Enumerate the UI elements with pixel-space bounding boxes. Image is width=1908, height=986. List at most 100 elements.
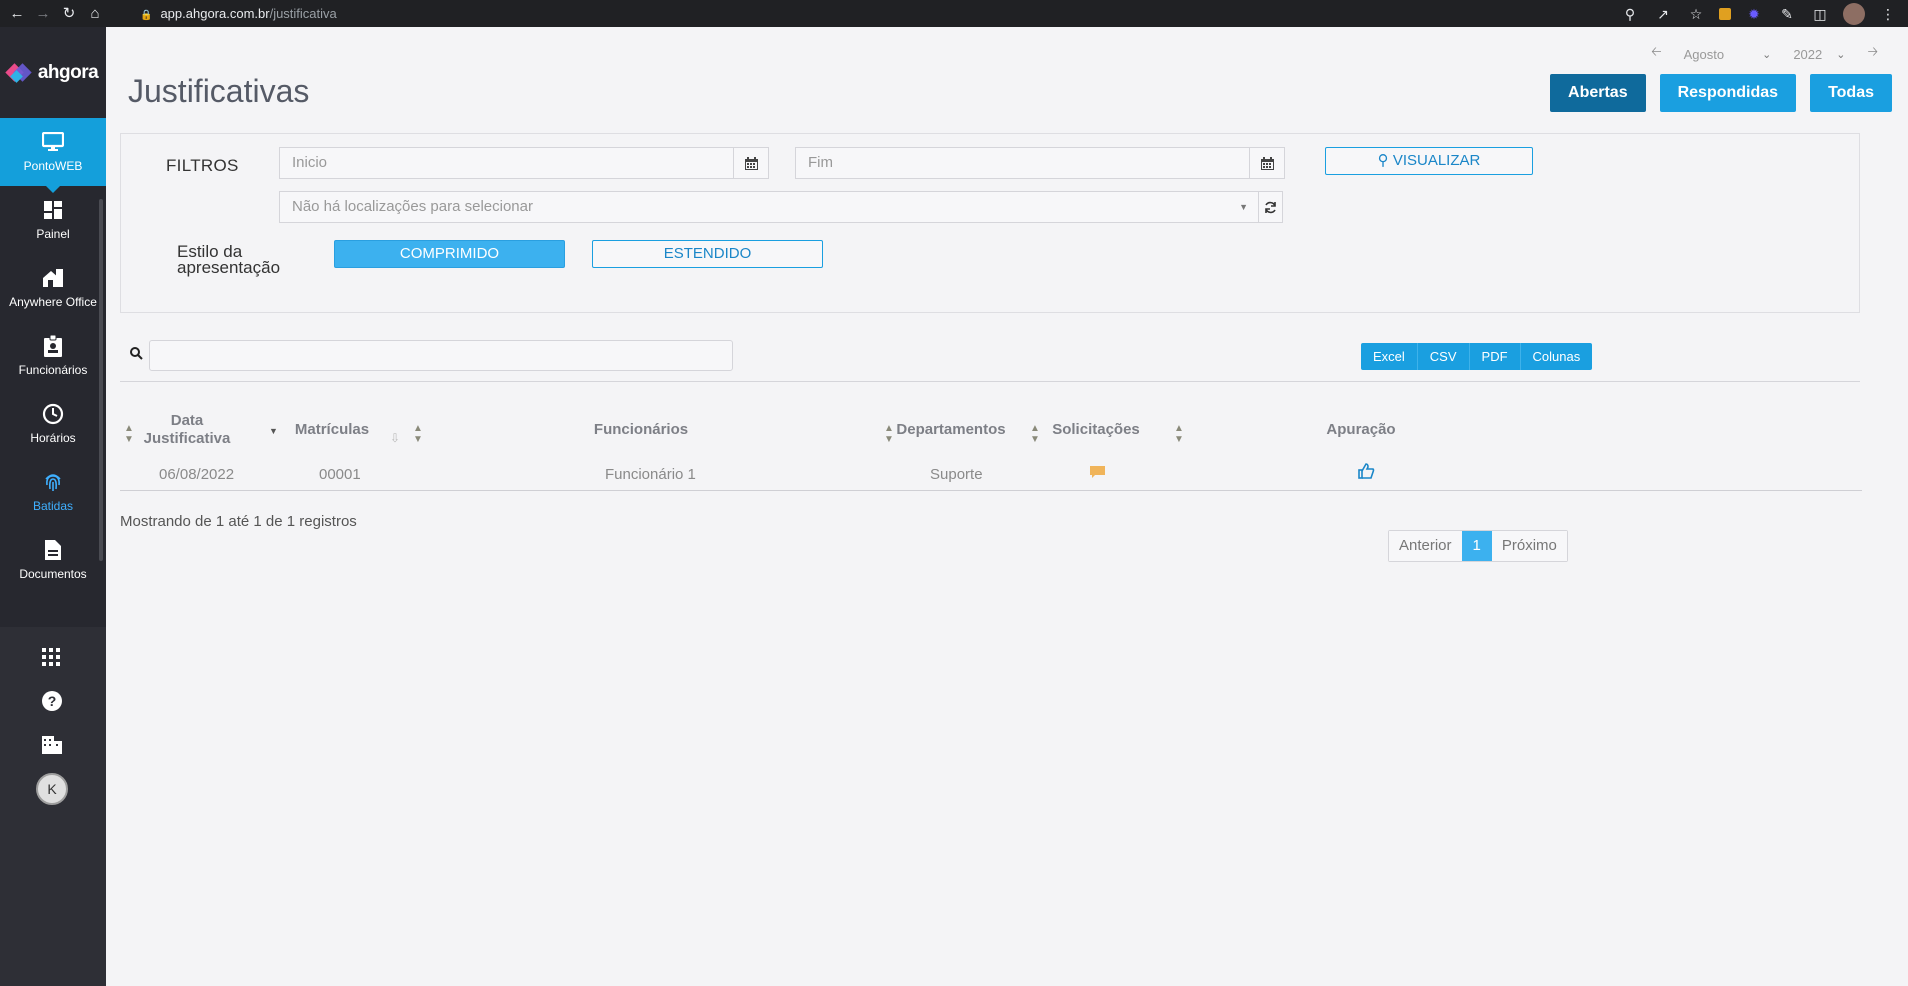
columns-button[interactable]: Colunas — [1520, 343, 1593, 370]
estendido-button[interactable]: ESTENDIDO — [592, 240, 823, 268]
clock-icon — [42, 403, 64, 425]
column-header-apuracao[interactable]: Apuração — [1316, 421, 1406, 439]
page-1-button[interactable]: 1 — [1461, 531, 1492, 561]
column-header-departamentos[interactable]: Departamentos — [896, 421, 1006, 439]
sort-icon[interactable]: ▲ ▼ — [1174, 423, 1184, 445]
excel-button[interactable]: Excel — [1361, 343, 1418, 370]
todas-button[interactable]: Todas — [1810, 74, 1892, 112]
refresh-locations-button[interactable] — [1258, 191, 1283, 223]
table-bottom-border — [120, 490, 1862, 491]
refresh-icon — [1265, 201, 1276, 213]
sidebar-item-batidas[interactable]: Batidas — [0, 458, 106, 526]
sidebar-item-pontoweb[interactable]: PontoWEB — [0, 118, 106, 193]
prev-period-arrow-icon[interactable]: 🡠 — [1651, 43, 1662, 65]
sort-icon[interactable]: ▲ ▼ — [124, 423, 134, 445]
next-page-button[interactable]: Próximo — [1491, 531, 1567, 561]
cell-funcionario: Funcionário 1 — [605, 466, 696, 483]
comment-icon[interactable] — [1090, 465, 1105, 484]
chevron-down-icon: ⌄ — [1836, 48, 1846, 61]
caret-down-icon: ▼ — [1239, 202, 1248, 212]
sort-numeric-icon[interactable]: ⇩ — [390, 431, 400, 445]
badge-icon — [42, 335, 64, 357]
chevron-down-icon: ⌄ — [1762, 48, 1772, 61]
sidebar-item-painel[interactable]: Painel — [0, 186, 106, 254]
browser-toolbar: ← → ↻ ⌂ 🔒 app.ahgora.com.br/justificativa… — [0, 0, 1908, 27]
filters-panel: FILTROS Inicio Fim ⚲ VISUALIZAR Não há l… — [120, 133, 1860, 313]
visualizar-button[interactable]: ⚲ VISUALIZAR — [1325, 147, 1533, 175]
apps-grid-icon[interactable] — [41, 647, 65, 671]
locations-select[interactable]: Não há localizações para selecionar ▼ — [279, 191, 1259, 223]
logo-mark-icon — [5, 62, 34, 83]
document-icon — [42, 539, 64, 561]
presentation-style-label: Estilo da apresentação — [177, 242, 281, 277]
pagination: Anterior 1 Próximo — [1388, 530, 1568, 562]
puzzle-icon[interactable]: ✎ — [1777, 4, 1797, 24]
column-header-matriculas[interactable]: Matrículas — [292, 421, 372, 439]
sidebar: ahgora PontoWEB Painel Anywhere Office F… — [0, 27, 106, 986]
next-period-arrow-icon[interactable]: 🡢 — [1867, 43, 1878, 65]
sidebar-bottom: ? K — [0, 627, 106, 986]
column-header-funcionarios[interactable]: Funcionários — [586, 421, 696, 439]
dashboard-icon — [42, 199, 64, 221]
status-filter-buttons: Abertas Respondidas Todas — [1550, 74, 1892, 112]
home-icon[interactable]: ⌂ — [86, 5, 104, 23]
reload-icon[interactable]: ↻ — [60, 5, 78, 23]
calendar-icon — [744, 156, 758, 170]
respondidas-button[interactable]: Respondidas — [1659, 74, 1797, 112]
comprimido-button[interactable]: COMPRIMIDO — [334, 240, 565, 268]
divider — [120, 381, 1860, 382]
year-select[interactable]: 2022 ⌄ — [1793, 47, 1845, 62]
inicio-date-input[interactable]: Inicio — [279, 147, 734, 179]
forward-icon[interactable]: → — [34, 5, 52, 23]
bookmark-star-icon[interactable]: ☆ — [1686, 4, 1706, 24]
period-selector: 🡠 Agosto ⌄ 2022 ⌄ 🡢 — [1651, 43, 1878, 65]
table-search-input[interactable] — [149, 340, 733, 371]
sidebar-scrollbar[interactable] — [99, 199, 103, 561]
home-office-icon — [42, 267, 64, 289]
pdf-button[interactable]: PDF — [1469, 343, 1521, 370]
sidebar-item-documentos[interactable]: Documentos — [0, 526, 106, 594]
sort-desc-icon[interactable]: ▼ — [269, 426, 278, 436]
page-title: Justificativas — [128, 73, 310, 109]
cell-data: 06/08/2022 — [159, 466, 235, 483]
inicio-calendar-button[interactable] — [733, 147, 769, 179]
menu-icon[interactable]: ⋮ — [1878, 4, 1898, 24]
fim-calendar-button[interactable] — [1249, 147, 1285, 179]
export-buttons: Excel CSV PDF Colunas — [1361, 343, 1593, 370]
sort-icon[interactable]: ▲ ▼ — [884, 423, 894, 445]
fim-date-input[interactable]: Fim — [795, 147, 1250, 179]
monitor-icon — [42, 131, 64, 153]
filters-label: FILTROS — [166, 156, 239, 175]
sort-icon[interactable]: ▲ ▼ — [413, 423, 423, 445]
thumbs-up-icon[interactable] — [1358, 463, 1375, 484]
sidepanel-icon[interactable]: ◫ — [1810, 4, 1830, 24]
sidebar-item-anywhere-office[interactable]: Anywhere Office — [0, 254, 106, 322]
extension-icon[interactable]: ✹ — [1744, 4, 1764, 24]
cell-departamento: Suporte — [930, 466, 983, 483]
column-header-solicitacoes[interactable]: Solicitações — [1046, 421, 1146, 439]
sidebar-item-funcionarios[interactable]: Funcionários — [0, 322, 106, 390]
month-select[interactable]: Agosto ⌄ — [1684, 47, 1772, 62]
column-header-data[interactable]: Data Justificativa — [142, 412, 232, 448]
help-icon[interactable]: ? — [41, 690, 65, 714]
profile-avatar[interactable] — [1843, 3, 1865, 25]
zoom-icon[interactable]: ⚲ — [1620, 4, 1640, 24]
user-avatar[interactable]: K — [36, 773, 68, 805]
address-bar[interactable]: 🔒 app.ahgora.com.br/justificativa — [140, 3, 337, 24]
calendar-icon — [1260, 156, 1274, 170]
ahgora-logo[interactable]: ahgora — [0, 27, 106, 118]
csv-button[interactable]: CSV — [1417, 343, 1470, 370]
search-icon — [130, 347, 143, 365]
lock-icon: 🔒 — [140, 10, 153, 21]
back-icon[interactable]: ← — [8, 5, 26, 23]
sidebar-item-horarios[interactable]: Horários — [0, 390, 106, 458]
abertas-button[interactable]: Abertas — [1550, 74, 1646, 112]
extension-icon[interactable] — [1719, 8, 1731, 20]
building-icon[interactable] — [41, 734, 65, 758]
previous-page-button[interactable]: Anterior — [1389, 531, 1462, 561]
main-content: 🡠 Agosto ⌄ 2022 ⌄ 🡢 Justificativas Abert… — [106, 27, 1908, 986]
share-icon[interactable]: ↗ — [1653, 4, 1673, 24]
sort-icon[interactable]: ▲ ▼ — [1030, 423, 1040, 445]
records-summary: Mostrando de 1 até 1 de 1 registros — [120, 513, 357, 530]
cell-matricula: 00001 — [319, 466, 361, 483]
